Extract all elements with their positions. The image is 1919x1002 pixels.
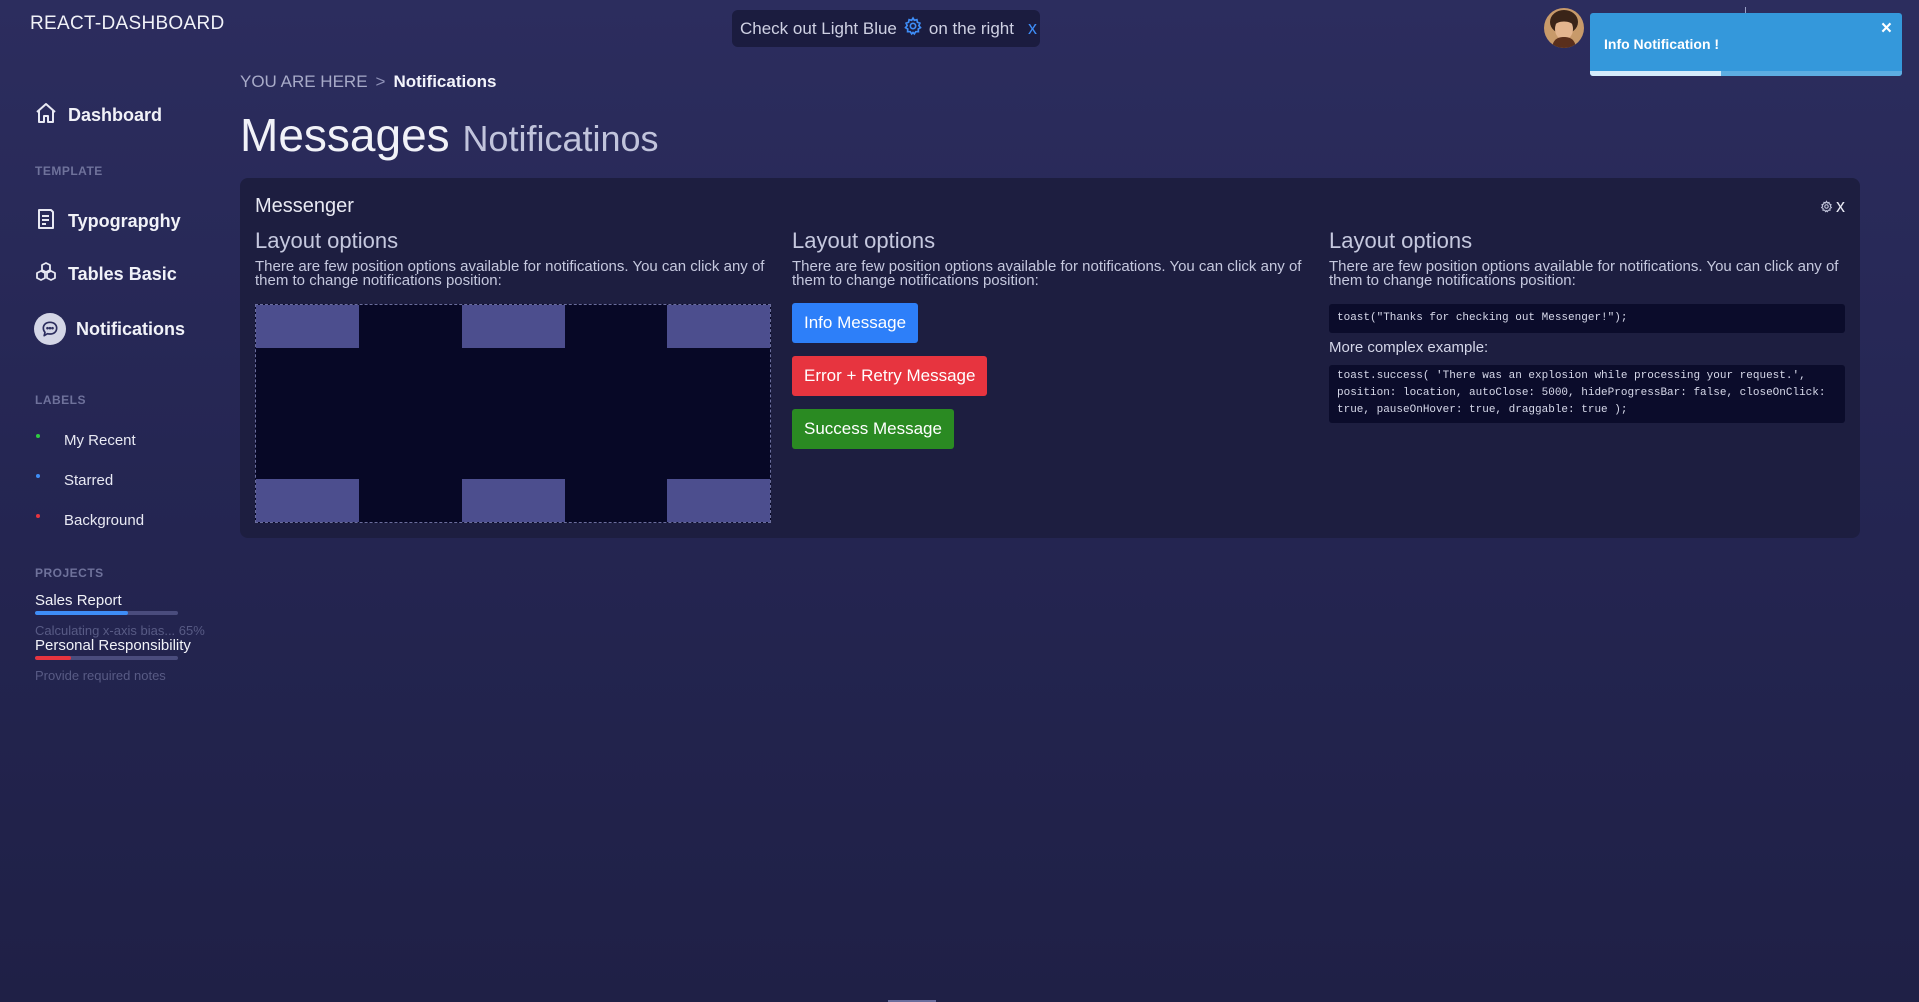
project-description: Provide required notes: [35, 668, 166, 683]
column-heading: Layout options: [255, 228, 399, 253]
column-heading: Layout options: [792, 228, 936, 253]
position-top-left[interactable]: [256, 305, 359, 348]
sidebar: REACT-DASHBOARD Dashboard TEMPLATE Typog…: [0, 0, 228, 1002]
cubes-icon: [34, 260, 58, 289]
breadcrumb-prefix: YOU ARE HERE: [240, 72, 368, 91]
helper-text-before: Check out Light Blue: [740, 18, 897, 38]
toast-close-button[interactable]: ×: [1881, 18, 1892, 40]
column-description: There are few position options available…: [255, 258, 765, 289]
document-icon: [34, 207, 58, 236]
label-item-background[interactable]: Background: [36, 512, 144, 529]
breadcrumb-current: Notifications: [393, 72, 497, 91]
error-retry-message-button[interactable]: Error + Retry Message: [792, 356, 988, 396]
layout-column-1: Layout options There are few position op…: [255, 228, 771, 288]
panel-close-button[interactable]: x: [1836, 196, 1845, 217]
status-dot: [36, 513, 40, 518]
gear-icon: [897, 16, 929, 41]
column-heading: Layout options: [1329, 228, 1473, 253]
project-progress-track: [35, 611, 178, 615]
project-progress-fill: [35, 611, 128, 615]
page-subtitle: Notificatinos: [462, 118, 659, 159]
helper-close-button[interactable]: x: [1028, 18, 1037, 39]
helper-banner: Check out Light Blue on the right x: [732, 10, 1040, 47]
project-progress-track: [35, 656, 178, 660]
chat-bubble-icon: [34, 313, 66, 345]
success-message-button[interactable]: Success Message: [792, 409, 954, 449]
layout-column-2: Layout options There are few position op…: [792, 228, 1308, 288]
sidebar-item-typography[interactable]: Typograpghy: [34, 207, 181, 236]
settings-icon[interactable]: [1820, 200, 1833, 213]
more-complex-label: More complex example:: [1329, 339, 1489, 356]
panel-title: Messenger: [255, 195, 354, 217]
info-toast[interactable]: Info Notification ! ×: [1590, 13, 1902, 76]
toast-message: Info Notification !: [1604, 36, 1720, 52]
complex-code-example: toast.success( 'There was an explosion w…: [1329, 365, 1845, 423]
section-title-labels: LABELS: [35, 393, 86, 407]
avatar[interactable]: [1544, 8, 1584, 48]
section-title-projects: PROJECTS: [35, 566, 104, 580]
project-sales-report[interactable]: Sales Report Calculating x-axis bias... …: [35, 592, 215, 638]
status-dot: [36, 433, 40, 438]
position-top-center[interactable]: [462, 305, 565, 348]
home-icon: [34, 101, 58, 130]
label-text: Background: [64, 512, 145, 529]
breadcrumb: YOU ARE HERE > Notifications: [240, 72, 496, 92]
layout-column-3: Layout options There are few position op…: [1329, 228, 1845, 288]
sidebar-item-notifications[interactable]: Notifications: [34, 313, 185, 345]
project-name: Personal Responsibility: [35, 637, 191, 654]
label-item-my-recent[interactable]: My Recent: [36, 432, 136, 449]
position-bottom-right[interactable]: [667, 479, 770, 522]
section-title-template: TEMPLATE: [35, 164, 103, 178]
info-message-button[interactable]: Info Message: [792, 303, 919, 343]
label-item-starred[interactable]: Starred: [36, 472, 113, 489]
sidebar-item-label: Tables Basic: [68, 264, 177, 284]
page-title: Messages Notificatinos: [240, 108, 659, 162]
breadcrumb-separator: >: [375, 72, 386, 91]
toast-progress-fill: [1590, 71, 1722, 76]
label-text: Starred: [64, 472, 114, 489]
sidebar-item-label: Typograpghy: [68, 211, 181, 231]
toast-progress-track: [1590, 71, 1902, 76]
sidebar-item-tables[interactable]: Tables Basic: [34, 260, 177, 289]
position-top-right[interactable]: [667, 305, 770, 348]
label-text: My Recent: [64, 432, 136, 449]
sidebar-item-dashboard[interactable]: Dashboard: [34, 101, 162, 130]
position-bottom-left[interactable]: [256, 479, 359, 522]
status-dot: [36, 473, 40, 478]
project-progress-fill: [35, 656, 71, 660]
helper-text-after: on the right: [928, 18, 1014, 38]
column-description: There are few position options available…: [792, 258, 1302, 289]
panel-controls: x: [1820, 196, 1845, 217]
app-logo[interactable]: REACT-DASHBOARD: [30, 13, 225, 35]
project-personal-responsibility[interactable]: Personal Responsibility Provide required…: [35, 637, 215, 683]
column-description: There are few position options available…: [1329, 258, 1839, 289]
simple-code-example: toast("Thanks for checking out Messenger…: [1329, 304, 1845, 333]
messenger-panel: Messenger x Layout options There are few…: [240, 178, 1860, 538]
project-description: Calculating x-axis bias... 65%: [35, 623, 205, 638]
position-selector: [255, 304, 771, 523]
sidebar-item-label: Notifications: [76, 318, 186, 339]
page-title-main: Messages: [240, 109, 450, 161]
sidebar-item-label: Dashboard: [68, 105, 163, 125]
project-name: Sales Report: [35, 592, 122, 609]
position-bottom-center[interactable]: [462, 479, 565, 522]
